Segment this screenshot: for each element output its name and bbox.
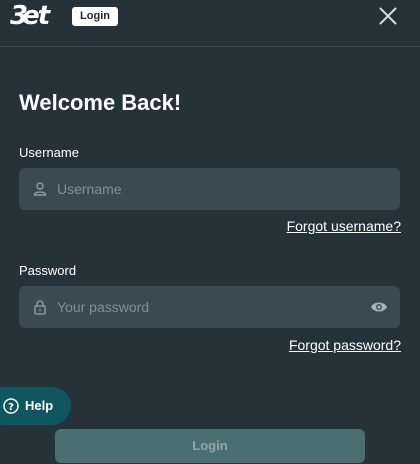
- login-tab-badge[interactable]: Login: [72, 7, 118, 26]
- close-button[interactable]: [376, 4, 400, 28]
- username-input[interactable]: [57, 168, 357, 210]
- password-input[interactable]: [57, 286, 357, 328]
- login-submit-button[interactable]: Login: [55, 429, 365, 463]
- password-field[interactable]: [19, 286, 400, 328]
- forgot-username-link[interactable]: Forgot username?: [287, 218, 401, 234]
- brand-logo[interactable]: 3et: [10, 1, 50, 31]
- top-bar: 3et Login: [0, 0, 420, 47]
- password-label: Password: [19, 263, 77, 278]
- page-title: Welcome Back!: [19, 90, 182, 115]
- username-label: Username: [19, 145, 79, 160]
- question-circle-icon: ?: [3, 398, 19, 414]
- help-button[interactable]: ? Help: [0, 387, 71, 425]
- user-icon: [33, 182, 47, 196]
- eye-icon[interactable]: [370, 299, 388, 315]
- logo-text: et: [22, 1, 50, 31]
- username-field[interactable]: [19, 168, 400, 210]
- help-label: Help: [25, 398, 54, 413]
- lock-icon: [34, 300, 46, 315]
- svg-text:?: ?: [8, 402, 14, 413]
- close-icon: [379, 7, 397, 25]
- forgot-password-link[interactable]: Forgot password?: [289, 337, 401, 353]
